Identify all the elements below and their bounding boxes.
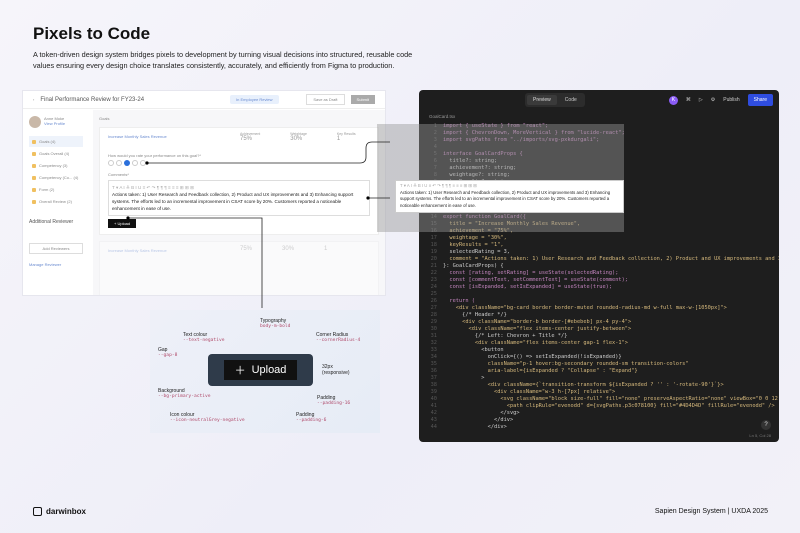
plus-icon: ＋ [234, 365, 246, 377]
upload-button-spec: ＋ Upload [208, 354, 313, 386]
annotation-token: body-m-bold [260, 324, 291, 329]
annotation-token: --padding-6 [296, 418, 327, 423]
annotation-token: --cornerRadius-4 [316, 338, 361, 343]
annotation-token: --gap-8 [158, 353, 178, 358]
footer-credit: Sapien Design System | UXDA 2025 [654, 508, 768, 515]
token-anatomy-diagram: ＋ Upload Typography body-m-bold Text colou… [150, 310, 380, 433]
annotation-token: --bg-primary-active [158, 394, 211, 399]
annotation-token: --padding-16 [317, 401, 351, 406]
brand-name: darwinbox [46, 507, 87, 516]
annotation-label: 32px (responsive) [322, 364, 350, 376]
annotation-token: --text-negative [183, 338, 225, 343]
spec-button-label: Upload [251, 364, 287, 376]
darwinbox-logo: darwinbox [33, 507, 86, 516]
logo-mark-icon [33, 507, 42, 516]
connector-lines [126, 141, 390, 308]
annotation-token: --icon-neutralGrey-negative [170, 418, 245, 423]
